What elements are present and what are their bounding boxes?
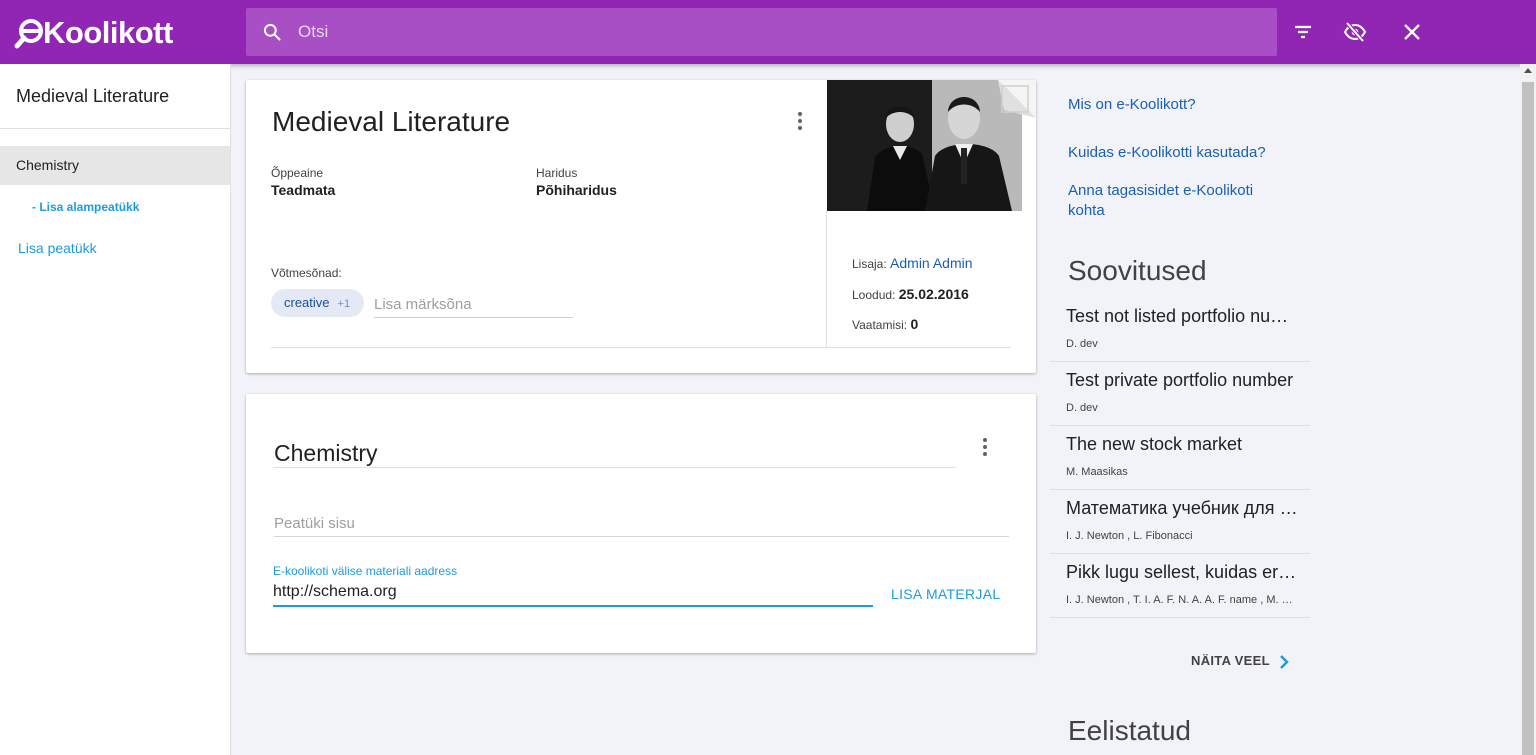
recommendation-title: Test private portfolio number — [1066, 370, 1294, 390]
recommendation-authors: I. J. Newton , L. Fibonacci — [1066, 530, 1193, 542]
add-chapter-link[interactable]: Lisa peatükk — [18, 240, 97, 256]
recommendation-item[interactable]: The new stock market M. Maasikas — [1050, 426, 1310, 490]
scroll-up-arrow[interactable] — [1524, 68, 1532, 73]
chapter-title-input[interactable]: Chemistry — [274, 440, 956, 468]
recommendation-title: Математика учебник для школьников — [1066, 498, 1298, 518]
search-bar[interactable] — [246, 8, 1277, 56]
recommendation-authors: D. dev — [1066, 402, 1098, 414]
views-row: Vaatamisi: 0 — [852, 316, 918, 332]
portfolio-title: Medieval Literature — [272, 106, 511, 137]
subject-label: Õppeaine — [271, 166, 324, 180]
recommendation-item[interactable]: Test not listed portfolio number D. dev — [1050, 298, 1310, 362]
recommendation-item[interactable]: Test private portfolio number D. dev — [1050, 362, 1310, 426]
add-material-button[interactable]: LISA MATERJAL — [891, 586, 1000, 602]
recommendation-item[interactable]: Pikk lugu sellest, kuidas erinevad I. J.… — [1050, 554, 1310, 618]
created-date: 25.02.2016 — [898, 286, 969, 302]
filter-icon[interactable] — [1291, 20, 1315, 44]
recommendation-authors: M. Maasikas — [1066, 466, 1128, 478]
keyword-input[interactable]: Lisa märksõna — [374, 296, 573, 318]
more-vert-icon[interactable] — [797, 112, 803, 132]
subject-value: Teadmata — [271, 182, 336, 198]
info-divider — [826, 211, 827, 348]
search-icon — [263, 23, 281, 41]
creator-label: Lisaja: — [852, 257, 887, 271]
portfolio-thumbnail[interactable] — [827, 80, 1036, 211]
recommendations-heading: Soovitused — [1068, 255, 1207, 286]
recommendation-item[interactable]: Математика учебник для школьников I. J. … — [1050, 490, 1310, 554]
logo-text: Koolikott — [43, 15, 173, 50]
ekoolikott-logo[interactable]: e Koolikott — [14, 12, 173, 54]
views-count: 0 — [910, 316, 919, 332]
chapter-sidebar: Medieval Literature Chemistry - Lisa ala… — [0, 64, 231, 755]
feedback-link[interactable]: Anna tagasisidet e-Koolikoti kohta — [1068, 181, 1288, 221]
sidebar-portfolio-title[interactable]: Medieval Literature — [16, 86, 169, 107]
sidebar-item-label: Chemistry — [16, 157, 80, 173]
chevron-right-icon[interactable] — [1278, 655, 1290, 669]
sidebar-divider — [0, 128, 230, 129]
search-input[interactable] — [298, 8, 1258, 56]
close-icon[interactable] — [1400, 20, 1424, 44]
recommendation-title: Pikk lugu sellest, kuidas erinevad — [1066, 562, 1298, 582]
page-fold-icon — [998, 80, 1036, 118]
chapter-card: Chemistry Peatüki sisu E-koolikoti välis… — [246, 394, 1036, 653]
visibility-off-icon[interactable] — [1343, 20, 1367, 44]
created-label: Loodud: — [852, 288, 896, 302]
recommendation-title: The new stock market — [1066, 434, 1243, 454]
creator-row: Lisaja: Admin Admin — [852, 255, 973, 271]
show-more-button[interactable]: NÄITA VEEL — [1191, 653, 1270, 668]
how-to-use-link[interactable]: Kuidas e-Koolikotti kasutada? — [1068, 143, 1266, 163]
material-url-input[interactable]: http://schema.org — [273, 583, 873, 607]
chapter-content-input[interactable]: Peatüki sisu — [274, 515, 1009, 537]
recommendation-authors: I. J. Newton , T. I. A. F. N. A. A. F. n… — [1066, 594, 1298, 606]
card-divider — [271, 347, 1011, 348]
featured-heading: Eelistatud — [1068, 715, 1191, 746]
logo-magnifier-icon — [14, 19, 43, 49]
portfolio-summary-card: Medieval Literature Õppeaine Teadmata Ha… — [246, 80, 1036, 373]
views-label: Vaatamisi: — [852, 318, 908, 332]
education-value: Põhiharidus — [536, 182, 617, 198]
keyword-chip[interactable]: creative +1 — [271, 289, 365, 317]
more-vert-icon[interactable] — [982, 438, 988, 458]
sidebar-item-chemistry[interactable]: Chemistry — [0, 146, 230, 185]
scrollbar-thumb[interactable] — [1522, 82, 1534, 755]
education-label: Haridus — [536, 166, 578, 180]
add-subchapter-link[interactable]: - Lisa alampeatükk — [32, 200, 139, 214]
recommendation-title: Test not listed portfolio number — [1066, 306, 1298, 326]
created-row: Loodud: 25.02.2016 — [852, 286, 969, 302]
what-is-link[interactable]: Mis on e-Koolikott? — [1068, 95, 1196, 115]
top-app-bar: e Koolikott — [0, 0, 1536, 64]
material-url-label: E-koolikoti välise materiali aadress — [273, 564, 458, 578]
recommendation-authors: D. dev — [1066, 338, 1098, 350]
keyword-chip-label: creative — [284, 295, 330, 310]
creator-link[interactable]: Admin Admin — [890, 255, 972, 271]
keyword-more-count[interactable]: +1 — [338, 298, 351, 310]
keywords-label: Võtmesõnad: — [271, 266, 342, 280]
page-scrollbar[interactable] — [1520, 64, 1536, 755]
